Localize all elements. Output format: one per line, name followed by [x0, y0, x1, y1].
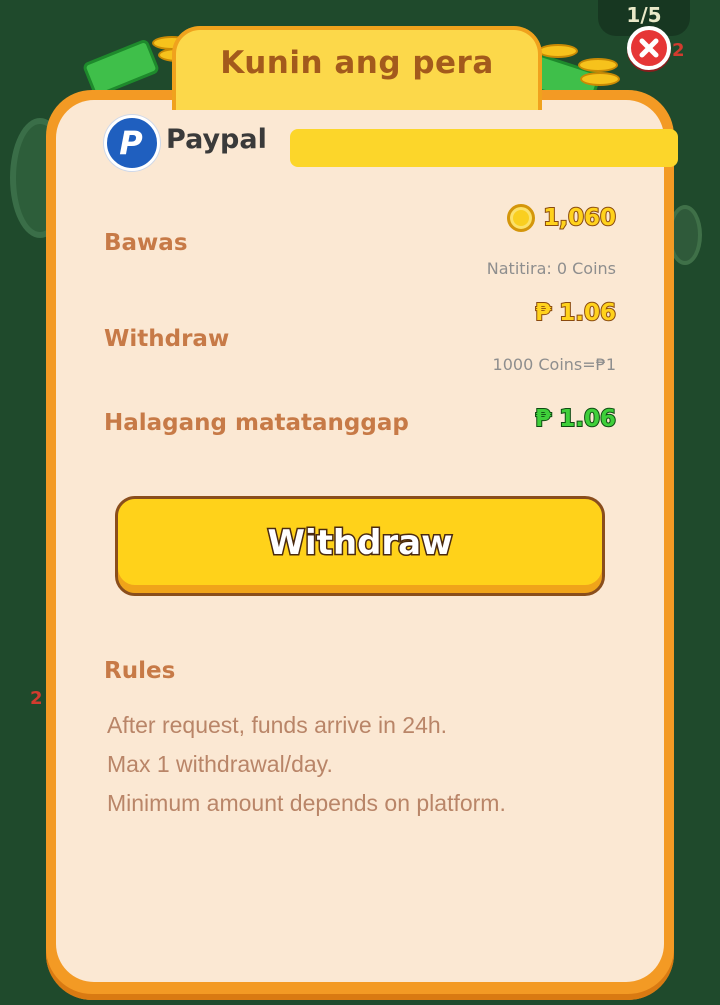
- rule-item: After request, funds arrive in 24h.: [107, 712, 448, 738]
- close-button[interactable]: [627, 26, 671, 70]
- receive-amount: ₱ 1.06: [534, 405, 617, 433]
- rules-list: After request, funds arrive in 24h. Max …: [107, 706, 506, 823]
- coin-icon: [507, 204, 536, 232]
- payment-method-name: Paypal: [166, 124, 267, 155]
- background-number: 2: [30, 688, 43, 709]
- background-number: 2: [672, 40, 685, 61]
- withdraw-button[interactable]: Withdraw: [115, 496, 605, 596]
- remaining-coins-note: Natitira: 0 Coins: [486, 259, 616, 278]
- coin-stack-decoration: [578, 58, 618, 72]
- deduct-value: 1,060: [507, 204, 617, 232]
- deduct-label: Bawas: [104, 230, 188, 256]
- paypal-logo-icon: P: [104, 115, 160, 171]
- dialog-header-tab: Kunin ang pera: [172, 26, 542, 110]
- coin-stack-decoration: [538, 44, 578, 58]
- exchange-rate-note: 1000 Coins=₱1: [492, 355, 616, 374]
- cash-decoration: [81, 38, 161, 98]
- dialog-title: Kunin ang pera: [220, 45, 494, 81]
- deduct-amount: 1,060: [542, 204, 617, 232]
- close-icon: [639, 38, 659, 58]
- withdraw-value: ₱ 1.06: [534, 299, 617, 327]
- rules-title: Rules: [104, 658, 176, 684]
- withdraw-label: Withdraw: [104, 326, 230, 352]
- rule-item: Max 1 withdrawal/day.: [107, 751, 333, 777]
- paypal-logo-letter: P: [119, 124, 143, 162]
- receive-label: Halagang matatanggap: [104, 410, 409, 436]
- receive-value: ₱ 1.06: [534, 405, 617, 433]
- withdraw-amount: ₱ 1.06: [534, 299, 617, 327]
- coin-stack-decoration: [580, 72, 620, 86]
- rule-item: Minimum amount depends on platform.: [107, 790, 506, 816]
- withdraw-button-label: Withdraw: [266, 522, 454, 565]
- paypal-account-field[interactable]: [290, 129, 678, 167]
